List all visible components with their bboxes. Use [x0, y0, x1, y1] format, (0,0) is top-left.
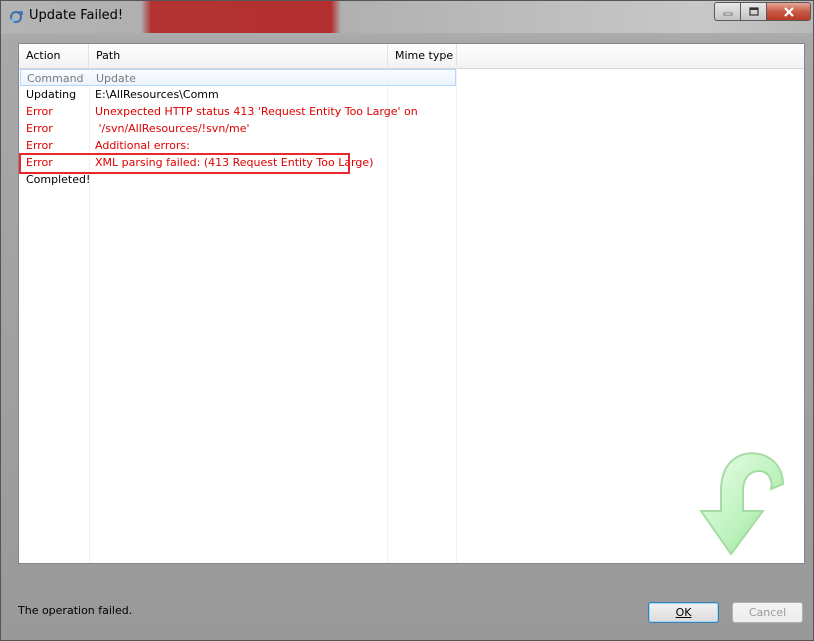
row-action: Error: [26, 105, 53, 118]
row-path: Additional errors:: [95, 139, 190, 152]
row-action: Updating: [26, 88, 77, 101]
svn-update-icon: [10, 11, 23, 23]
close-button[interactable]: [766, 2, 811, 21]
column-header-path[interactable]: Path: [89, 44, 388, 68]
table-row[interactable]: Error '/svn/AllResources/!svn/me': [20, 120, 456, 137]
ok-button-label: OK: [675, 606, 692, 619]
update-arrow-icon: [699, 452, 785, 556]
close-icon: [783, 6, 794, 17]
maximize-icon: [748, 7, 759, 16]
title-bar[interactable]: Update Failed!: [1, 1, 813, 33]
cancel-button[interactable]: Cancel: [732, 602, 803, 623]
table-row[interactable]: Error Additional errors:: [20, 137, 456, 154]
table-row[interactable]: Error Unexpected HTTP status 413 'Reques…: [20, 103, 456, 120]
minimize-button[interactable]: [714, 2, 741, 21]
column-divider: [456, 68, 457, 563]
row-path: Update: [96, 72, 136, 85]
list-header: Action Path Mime type: [19, 44, 804, 69]
ok-button[interactable]: OK: [648, 602, 719, 623]
update-failed-dialog: Update Failed! Action Path Mime type Com…: [0, 0, 814, 641]
minimize-icon: [723, 12, 732, 15]
table-row[interactable]: Command Update: [20, 69, 456, 86]
maximize-button[interactable]: [740, 2, 767, 21]
error-highlight-box: [19, 153, 350, 174]
output-list[interactable]: Action Path Mime type Command Update Upd…: [18, 43, 805, 564]
window-title: Update Failed!: [29, 8, 124, 23]
row-action: Command: [27, 72, 84, 85]
table-row[interactable]: Updating E:\AllResources\Comm: [20, 86, 456, 103]
row-action: Error: [26, 139, 53, 152]
cancel-button-label: Cancel: [748, 606, 787, 619]
column-header-mime-type[interactable]: Mime type: [388, 44, 457, 68]
column-header-action[interactable]: Action: [19, 44, 89, 68]
row-action: Error: [26, 122, 53, 135]
row-path: '/svn/AllResources/!svn/me': [95, 122, 250, 135]
status-message: The operation failed.: [18, 604, 133, 617]
row-path: Unexpected HTTP status 413 'Request Enti…: [95, 105, 418, 118]
row-path: E:\AllResources\Comm: [95, 88, 219, 101]
